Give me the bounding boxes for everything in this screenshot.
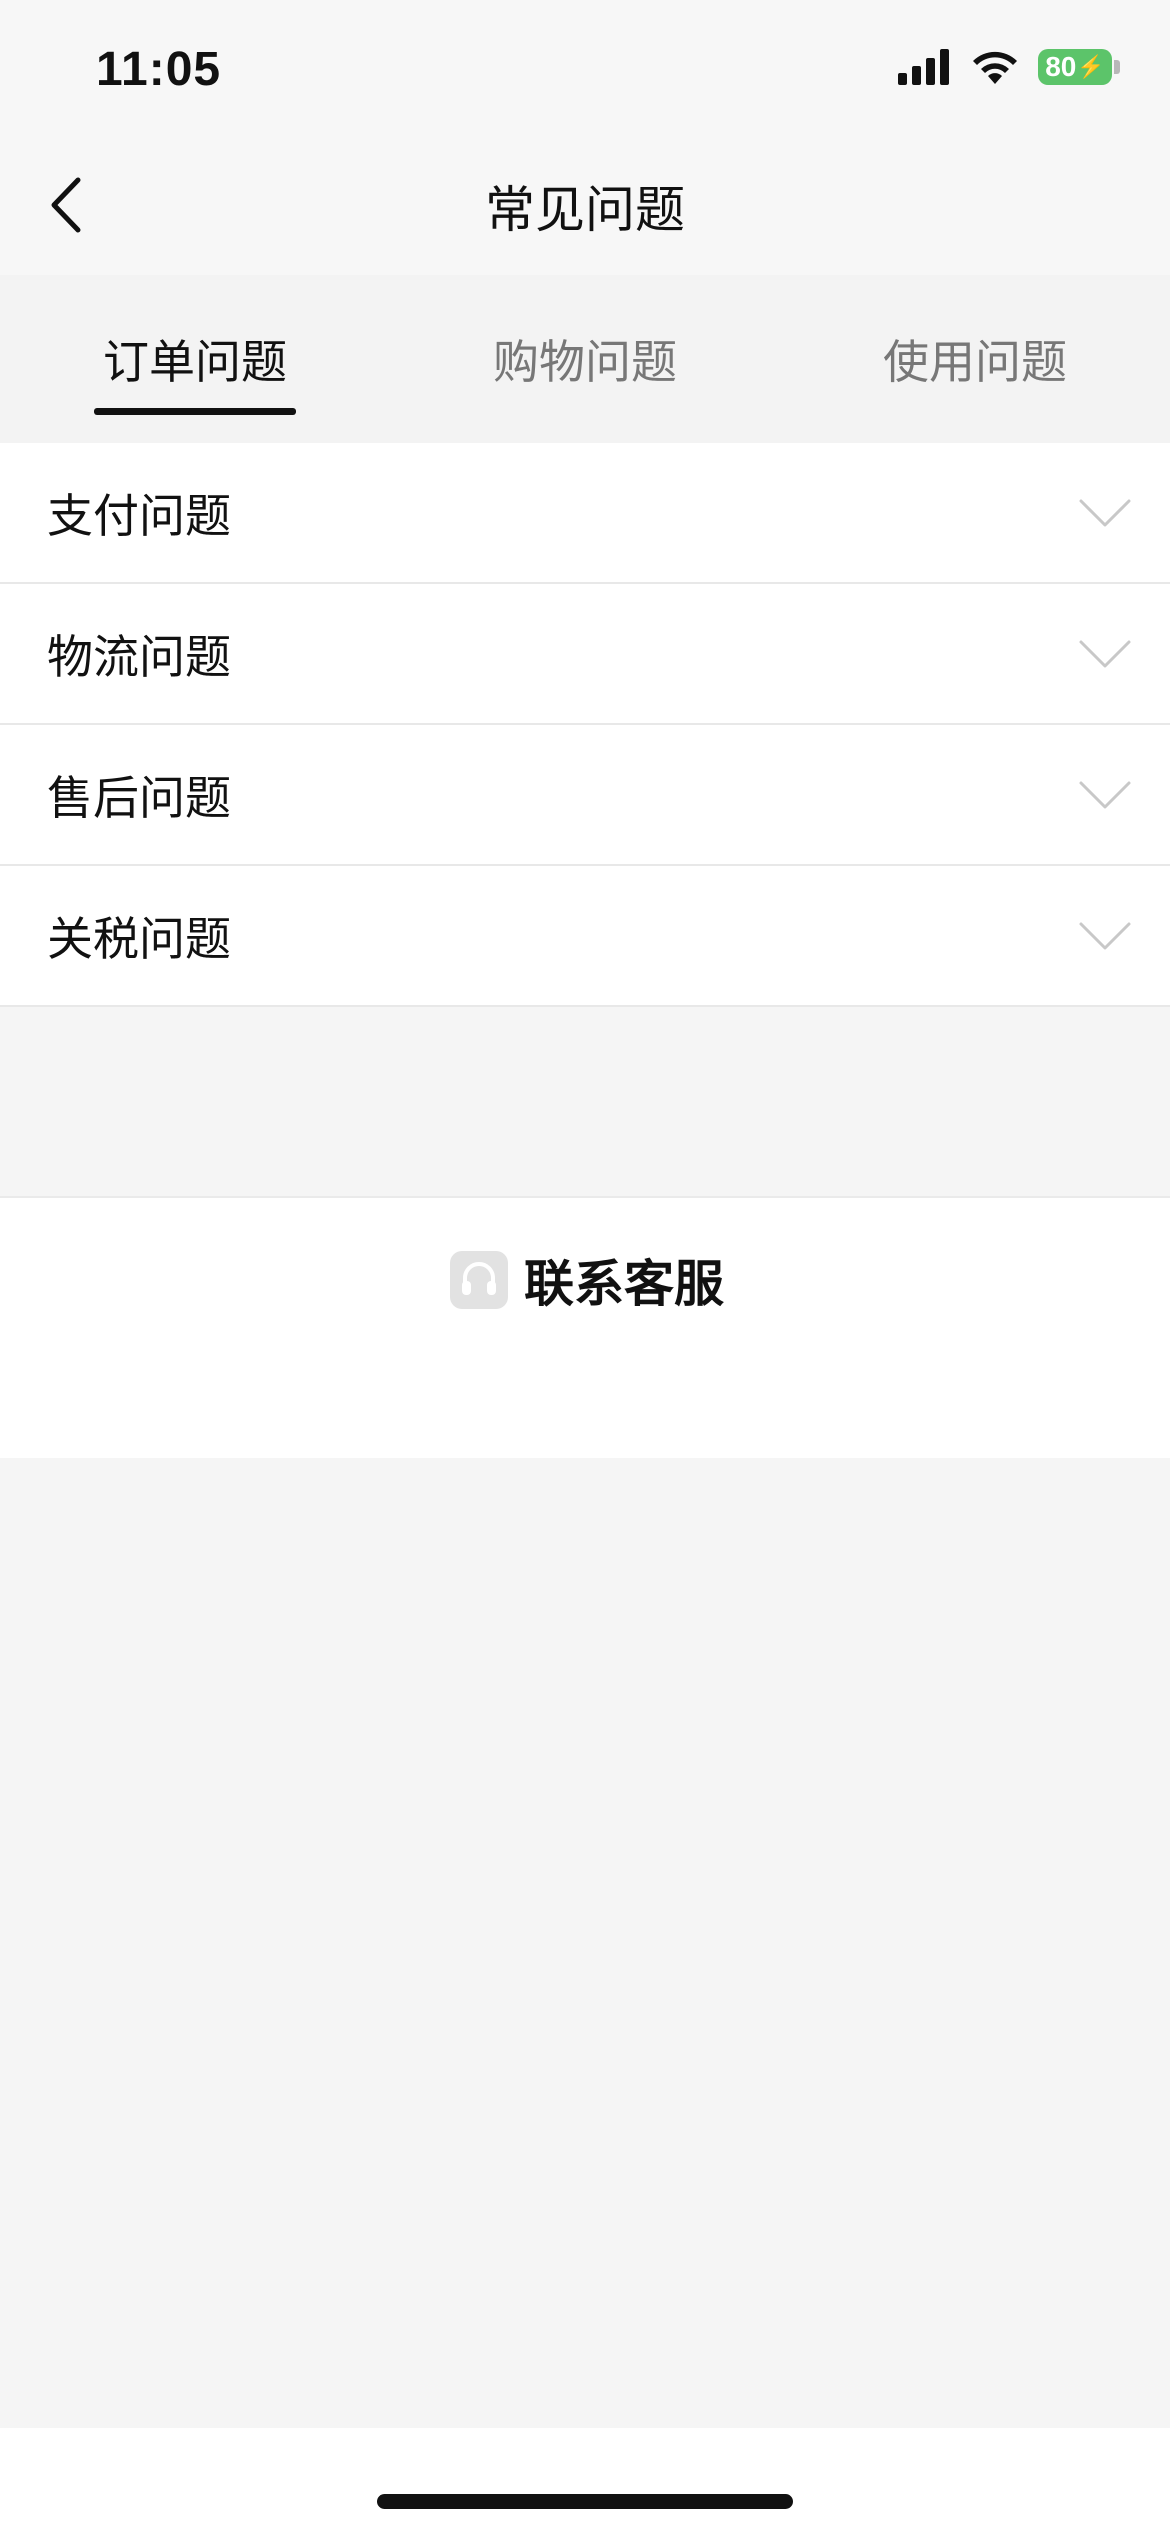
active-tab-indicator <box>94 408 296 415</box>
tab-label: 购物问题 <box>493 335 677 389</box>
faq-item-logistics[interactable]: 物流问题 <box>0 584 1170 725</box>
status-bar: 11:05 80 ⚡ <box>0 0 1170 140</box>
home-indicator-area <box>0 2428 1170 2532</box>
battery-charging-icon: 80 ⚡ <box>1038 49 1120 85</box>
contact-service-button[interactable]: 联系客服 <box>450 1248 724 1313</box>
nav-bar: 常见问题 <box>0 140 1170 275</box>
battery-cap <box>1114 60 1120 74</box>
headset-icon <box>450 1251 508 1309</box>
battery-percent: 80 <box>1045 51 1077 82</box>
tab-label: 订单问题 <box>103 335 287 389</box>
chevron-down-icon <box>1079 640 1131 667</box>
wifi-icon <box>973 51 1017 84</box>
faq-item-customs-tax[interactable]: 关税问题 <box>0 866 1170 1007</box>
contact-section: 联系客服 <box>0 1196 1170 1458</box>
chevron-down-icon <box>1079 781 1131 808</box>
chevron-down-icon <box>1079 922 1131 949</box>
tab-shopping-questions[interactable]: 购物问题 <box>390 275 780 443</box>
category-tabs: 订单问题 购物问题 使用问题 <box>0 275 1170 443</box>
faq-item-label: 关税问题 <box>47 911 231 966</box>
faq-item-after-sales[interactable]: 售后问题 <box>0 725 1170 866</box>
page-title: 常见问题 <box>485 181 685 239</box>
signal-icon <box>898 49 949 85</box>
battery-level: 80 ⚡ <box>1038 49 1112 85</box>
chevron-down-icon <box>1079 499 1131 526</box>
tab-usage-questions[interactable]: 使用问题 <box>780 275 1170 443</box>
status-icons: 80 ⚡ <box>898 48 1120 86</box>
faq-item-label: 支付问题 <box>47 488 231 543</box>
tab-label: 使用问题 <box>883 335 1067 389</box>
headset-glyph <box>462 1262 496 1295</box>
faq-item-label: 物流问题 <box>47 629 231 684</box>
status-time: 11:05 <box>96 43 222 96</box>
bolt-icon: ⚡ <box>1077 54 1105 79</box>
faq-item-label: 售后问题 <box>47 770 231 825</box>
faq-item-payment[interactable]: 支付问题 <box>0 443 1170 584</box>
contact-service-label: 联系客服 <box>524 1255 724 1313</box>
faq-list: 支付问题 物流问题 售后问题 关税问题 <box>0 443 1170 1007</box>
tab-order-questions[interactable]: 订单问题 <box>0 275 390 443</box>
home-indicator[interactable] <box>377 2494 793 2509</box>
